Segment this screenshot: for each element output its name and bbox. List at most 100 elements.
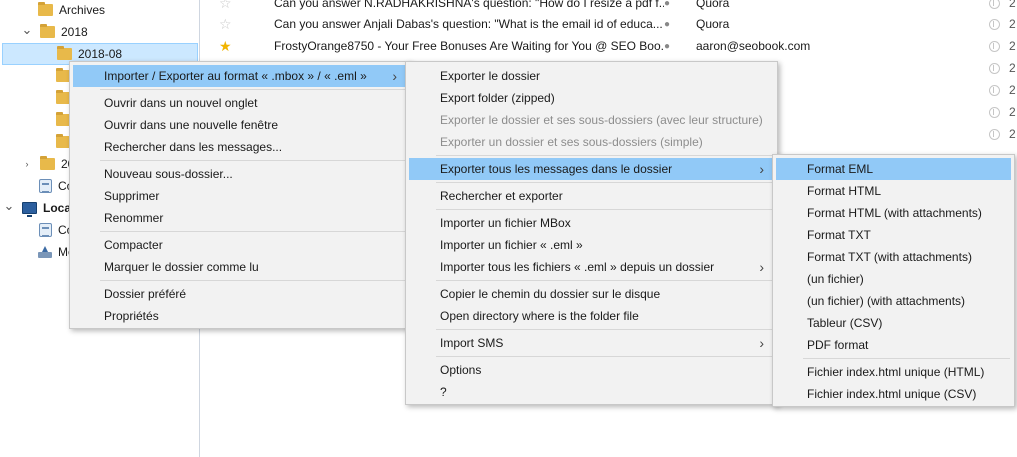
junk-status-icon[interactable]: [989, 0, 1000, 9]
export-all-messages-submenu: Format EML Format HTML Format HTML (with a…: [772, 154, 1015, 407]
menu-item[interactable]: Compacter: [73, 234, 407, 256]
menu-item[interactable]: (un fichier): [776, 268, 1011, 290]
star-icon[interactable]: ☆: [219, 16, 232, 33]
menu-item[interactable]: Exporter tous les messages dans le dossi…: [409, 158, 774, 180]
menu-item[interactable]: Marquer le dossier comme lu: [73, 256, 407, 278]
junk-status-icon[interactable]: [989, 106, 1000, 118]
menu-separator: [100, 89, 406, 90]
message-date: 2: [1009, 83, 1016, 97]
star-icon[interactable]: ★: [219, 38, 232, 55]
menu-item[interactable]: Format HTML (with attachments): [776, 202, 1011, 224]
menu-item[interactable]: Format HTML: [776, 180, 1011, 202]
menu-item-label: Exporter le dossier et ses sous-dossiers…: [440, 113, 763, 127]
menu-item: Exporter un dossier et ses sous-dossiers…: [409, 131, 774, 153]
chevron-down-icon[interactable]: ⌄: [4, 198, 15, 213]
import-export-submenu: Exporter le dossier Export folder (zipped…: [405, 61, 778, 405]
menu-item-label: Open directory where is the folder file: [440, 309, 639, 323]
junk-status-icon[interactable]: [989, 40, 1000, 52]
menu-item-label: ?: [440, 385, 447, 399]
menu-item[interactable]: Rechercher dans les messages...: [73, 136, 407, 158]
menu-separator: [436, 329, 773, 330]
junk-status-icon[interactable]: [989, 128, 1000, 140]
outbox-icon: [38, 246, 52, 258]
folder-icon: [40, 156, 55, 170]
menu-item[interactable]: Tableur (CSV): [776, 312, 1011, 334]
menu-item[interactable]: Options: [409, 359, 774, 381]
submenu-arrow-icon: ›: [759, 335, 764, 351]
message-row[interactable]: ★ FrostyOrange8750 - Your Free Bonuses Ar…: [201, 35, 1017, 57]
menu-item[interactable]: (un fichier) (with attachments): [776, 290, 1011, 312]
menu-item[interactable]: Importer un fichier MBox: [409, 212, 774, 234]
menu-item-label: Ouvrir dans un nouvel onglet: [104, 96, 258, 110]
menu-item: Exporter le dossier et ses sous-dossiers…: [409, 109, 774, 131]
menu-item[interactable]: Rechercher et exporter: [409, 185, 774, 207]
folder-tree-item[interactable]: ⌄ 2018: [0, 21, 199, 43]
menu-item-label: Compacter: [104, 238, 163, 252]
chevron-right-icon[interactable]: ›: [22, 159, 32, 169]
menu-item[interactable]: Nouveau sous-dossier...: [73, 163, 407, 185]
junk-status-icon[interactable]: [989, 84, 1000, 96]
menu-item[interactable]: Importer / Exporter au format « .mbox » …: [73, 65, 407, 87]
menu-item-label: Copier le chemin du dossier sur le disqu…: [440, 287, 661, 301]
menu-item-label: Rechercher et exporter: [440, 189, 563, 203]
menu-item[interactable]: Importer un fichier « .eml »: [409, 234, 774, 256]
menu-item[interactable]: Format TXT (with attachments): [776, 246, 1011, 268]
trash-icon: [39, 223, 52, 237]
menu-item[interactable]: Ouvrir dans une nouvelle fenêtre: [73, 114, 407, 136]
menu-separator: [436, 182, 773, 183]
message-date: 2: [1009, 127, 1016, 141]
folder-tree-label: 2018: [61, 25, 88, 39]
menu-item[interactable]: Renommer: [73, 207, 407, 229]
menu-item[interactable]: ?: [409, 381, 774, 403]
message-row[interactable]: ☆ Can you answer Anjali Dabas's question:…: [201, 13, 1017, 35]
menu-item[interactable]: Open directory where is the folder file: [409, 305, 774, 327]
menu-item-label: Exporter le dossier: [440, 69, 541, 83]
message-row[interactable]: ☆ Can you answer N.RADHAKRISHNA's questio…: [201, 0, 1017, 14]
menu-item[interactable]: Ouvrir dans un nouvel onglet: [73, 92, 407, 114]
folder-tree-label: 2018-08: [78, 47, 123, 61]
menu-item-label: PDF format: [807, 338, 869, 352]
menu-item[interactable]: Dossier préféré: [73, 283, 407, 305]
menu-item[interactable]: Fichier index.html unique (HTML): [776, 361, 1011, 383]
menu-item[interactable]: Copier le chemin du dossier sur le disqu…: [409, 283, 774, 305]
menu-separator: [100, 231, 406, 232]
menu-item-label: Importer / Exporter au format « .mbox » …: [104, 69, 367, 83]
menu-item[interactable]: Export folder (zipped): [409, 87, 774, 109]
folder-tree-item[interactable]: Archives: [0, 0, 199, 21]
menu-item-label: Dossier préféré: [104, 287, 187, 301]
chevron-down-icon[interactable]: ⌄: [22, 22, 33, 37]
menu-item[interactable]: Format TXT: [776, 224, 1011, 246]
submenu-arrow-icon: ›: [392, 68, 397, 84]
menu-separator: [100, 280, 406, 281]
menu-item-label: Fichier index.html unique (CSV): [807, 387, 977, 401]
menu-item-label: Importer un fichier « .eml »: [440, 238, 583, 252]
menu-item[interactable]: Format EML: [776, 158, 1011, 180]
menu-item[interactable]: Supprimer: [73, 185, 407, 207]
unread-dot-icon[interactable]: ●: [664, 19, 670, 30]
folder-icon: [38, 2, 53, 16]
menu-item[interactable]: Import SMS ›: [409, 332, 774, 354]
menu-item[interactable]: Importer tous les fichiers « .eml » depu…: [409, 256, 774, 278]
menu-item-label: Marquer le dossier comme lu: [104, 260, 259, 274]
junk-status-icon[interactable]: [989, 18, 1000, 30]
menu-item-label: (un fichier) (with attachments): [807, 294, 966, 308]
menu-item-label: Export folder (zipped): [440, 91, 555, 105]
menu-item-label: Ouvrir dans une nouvelle fenêtre: [104, 118, 279, 132]
menu-item-label: Fichier index.html unique (HTML): [807, 365, 985, 379]
folder-tree-label: Archives: [59, 3, 106, 17]
menu-item[interactable]: PDF format: [776, 334, 1011, 356]
menu-item[interactable]: Propriétés: [73, 305, 407, 327]
unread-dot-icon[interactable]: ●: [664, 41, 670, 52]
unread-dot-icon[interactable]: ●: [664, 0, 670, 9]
junk-status-icon[interactable]: [989, 62, 1000, 74]
menu-separator: [436, 209, 773, 210]
message-from: Quora: [696, 17, 730, 31]
menu-item[interactable]: Exporter le dossier: [409, 65, 774, 87]
menu-separator: [100, 160, 406, 161]
star-icon[interactable]: ☆: [219, 0, 232, 12]
submenu-arrow-icon: ›: [759, 161, 764, 177]
menu-item[interactable]: Fichier index.html unique (CSV): [776, 383, 1011, 405]
menu-separator: [803, 358, 1010, 359]
message-date: 2: [1009, 39, 1016, 53]
message-from: aaron@seobook.com: [696, 39, 811, 53]
